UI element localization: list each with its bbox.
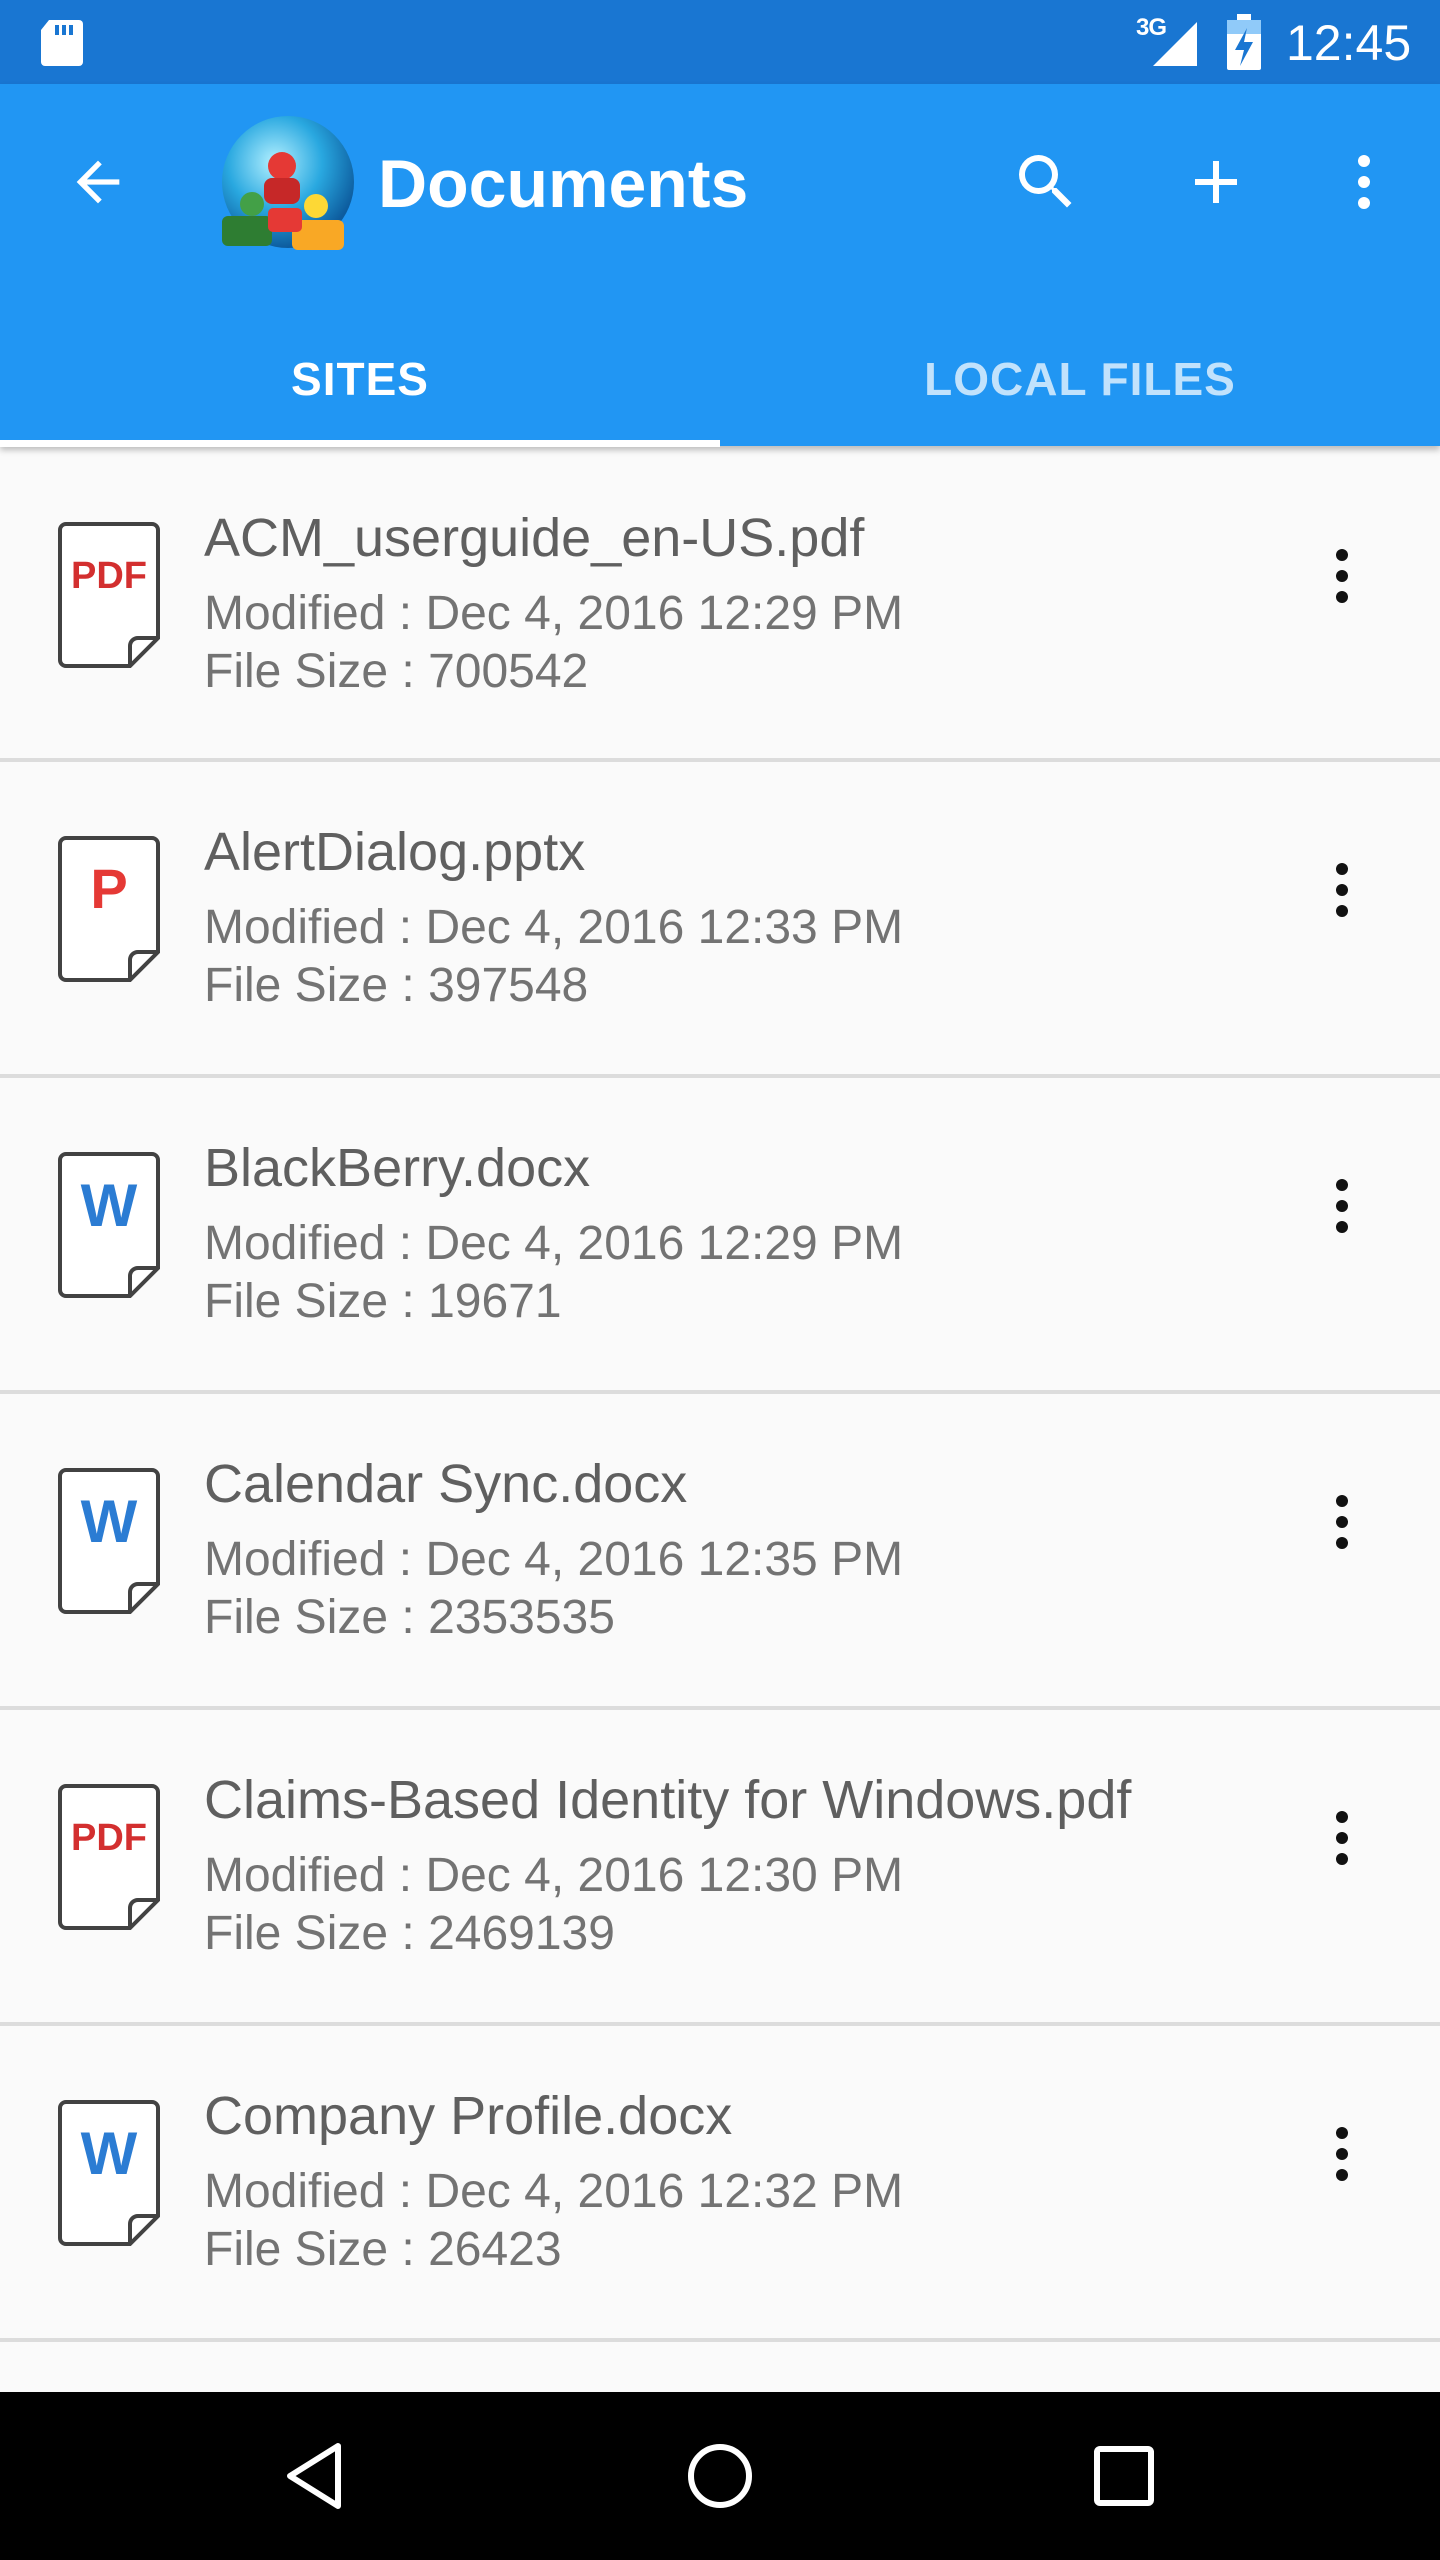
nav-home-button[interactable]	[660, 2416, 780, 2536]
status-bar: 3G 12:45	[0, 0, 1440, 84]
docx-icon-label: W	[81, 2120, 138, 2187]
tab-local-files[interactable]: LOCAL FILES	[720, 312, 1440, 446]
file-modified: Modified : Dec 4, 2016 12:35 PM	[204, 1533, 904, 1586]
row-menu-button[interactable]	[1296, 1146, 1388, 1266]
navigation-bar	[0, 2392, 1440, 2560]
sd-card-icon	[41, 20, 83, 66]
file-name: Claims-Based Identity for Windows.pdf	[204, 1770, 1132, 1830]
file-modified: Modified : Dec 4, 2016 12:30 PM	[204, 1849, 904, 1902]
docx-icon-label: W	[81, 1488, 138, 1555]
screen: 3G 12:45 Documents SITES LOCAL FILES PDF…	[0, 0, 1440, 2560]
overflow-menu-button[interactable]	[1316, 134, 1412, 230]
file-modified: Modified : Dec 4, 2016 12:29 PM	[204, 1217, 904, 1270]
file-size: File Size : 2469139	[204, 1907, 615, 1960]
row-menu-button[interactable]	[1296, 1778, 1388, 1898]
file-row[interactable]: W Company Profile.docx Modified : Dec 4,…	[0, 2026, 1440, 2342]
pdf-file-icon: PDF	[58, 1784, 160, 1930]
file-list: PDF ACM_userguide_en-US.pdf Modified : D…	[0, 448, 1440, 2392]
pdf-icon-label: PDF	[71, 1817, 147, 1859]
pptx-icon-label: P	[90, 857, 127, 920]
file-size: File Size : 19671	[204, 1275, 562, 1328]
battery-charging-icon	[1227, 14, 1261, 70]
file-modified: Modified : Dec 4, 2016 12:29 PM	[204, 587, 904, 640]
network-type-label: 3G	[1136, 14, 1167, 41]
nav-back-icon	[287, 2443, 341, 2509]
docx-file-icon: W	[58, 1468, 160, 1614]
more-vert-icon	[1358, 155, 1370, 209]
file-size: File Size : 397548	[204, 959, 589, 1012]
file-row[interactable]: PDF ACM_userguide_en-US.pdf Modified : D…	[0, 448, 1440, 762]
file-name: BlackBerry.docx	[204, 1138, 591, 1198]
tab-indicator	[0, 440, 720, 447]
file-modified: Modified : Dec 4, 2016 12:32 PM	[204, 2165, 904, 2218]
nav-recents-icon	[1094, 2446, 1154, 2506]
file-name: Company Profile.docx	[204, 2086, 733, 2146]
row-menu-button[interactable]	[1296, 830, 1388, 950]
file-row[interactable]: W BlackBerry.docx Modified : Dec 4, 2016…	[0, 1078, 1440, 1394]
back-button[interactable]	[50, 134, 146, 230]
more-vert-icon	[1336, 1811, 1348, 1865]
file-size: File Size : 26423	[204, 2223, 562, 2276]
more-vert-icon	[1336, 863, 1348, 917]
more-vert-icon	[1336, 2127, 1348, 2181]
more-vert-icon	[1336, 1495, 1348, 1549]
docx-file-icon: W	[58, 1152, 160, 1298]
add-button[interactable]	[1168, 134, 1264, 230]
file-row[interactable]: PDF Claims-Based Identity for Windows.pd…	[0, 1710, 1440, 2026]
app-bar: Documents SITES LOCAL FILES	[0, 84, 1440, 446]
pdf-file-icon: PDF	[58, 522, 160, 668]
search-button[interactable]	[998, 134, 1094, 230]
row-menu-button[interactable]	[1296, 1462, 1388, 1582]
docx-icon-label: W	[81, 1172, 138, 1239]
more-vert-icon	[1336, 549, 1348, 603]
nav-back-button[interactable]	[256, 2416, 376, 2536]
file-name: AlertDialog.pptx	[204, 822, 586, 882]
nav-home-icon	[688, 2444, 752, 2508]
status-clock: 12:45	[1286, 15, 1412, 71]
pptx-file-icon: P	[58, 836, 160, 982]
file-row[interactable]: P AlertDialog.pptx Modified : Dec 4, 201…	[0, 762, 1440, 1078]
page-title: Documents	[378, 146, 749, 222]
file-size: File Size : 2353535	[204, 1591, 615, 1644]
row-menu-button[interactable]	[1296, 2094, 1388, 2214]
app-logo-icon	[222, 116, 354, 250]
file-name: Calendar Sync.docx	[204, 1454, 688, 1514]
add-icon	[1195, 161, 1237, 203]
more-vert-icon	[1336, 1179, 1348, 1233]
pdf-icon-label: PDF	[71, 555, 147, 597]
arrow-back-icon	[76, 160, 120, 204]
file-row[interactable]: W Calendar Sync.docx Modified : Dec 4, 2…	[0, 1394, 1440, 1710]
docx-file-icon: W	[58, 2100, 160, 2246]
tab-sites[interactable]: SITES	[0, 312, 720, 446]
file-name: ACM_userguide_en-US.pdf	[204, 508, 865, 568]
nav-recents-button[interactable]	[1064, 2416, 1184, 2536]
file-modified: Modified : Dec 4, 2016 12:33 PM	[204, 901, 904, 954]
row-menu-button[interactable]	[1296, 516, 1388, 636]
search-icon	[1019, 155, 1072, 208]
file-size: File Size : 700542	[204, 645, 589, 698]
